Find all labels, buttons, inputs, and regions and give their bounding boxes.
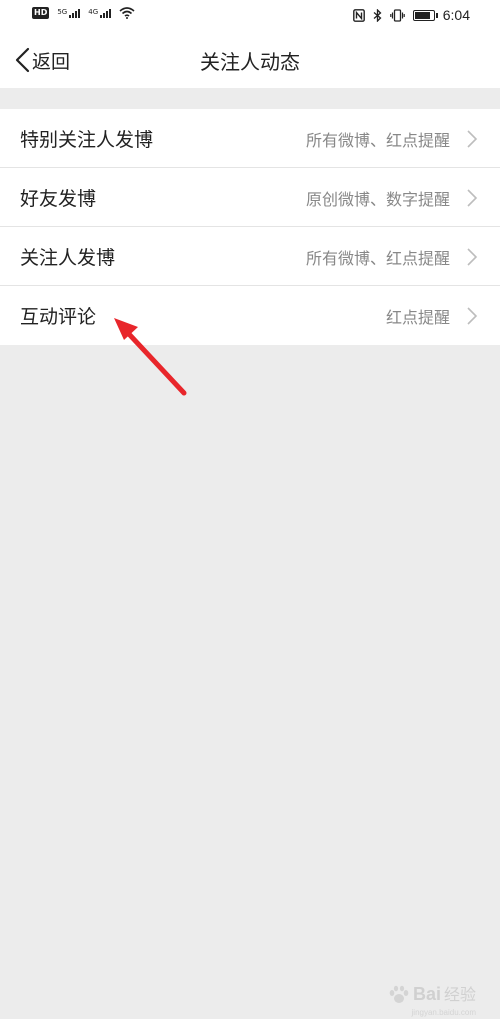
sim1-network-label: 5G	[57, 7, 68, 16]
chevron-right-icon	[467, 307, 478, 325]
setting-value: 所有微博、红点提醒	[305, 130, 450, 150]
setting-value: 所有微博、红点提醒	[305, 248, 450, 268]
status-time: 6:04	[442, 7, 470, 23]
chevron-right-icon	[467, 130, 478, 148]
watermark: Bai 经验 jingyan.baidu.com	[388, 981, 476, 1017]
setting-value: 原创微博、数字提醒	[305, 189, 450, 209]
page-title: 关注人动态	[200, 50, 300, 74]
nfc-icon	[352, 8, 365, 22]
setting-label: 特别关注人发博	[20, 129, 154, 151]
chevron-right-icon	[467, 248, 478, 266]
setting-row-friends[interactable]: 好友发博 原创微博、数字提醒	[0, 168, 500, 227]
setting-value: 红点提醒	[385, 307, 450, 327]
paw-icon	[389, 985, 409, 1003]
nav-bar: 返回 关注人动态	[0, 32, 500, 88]
setting-row-following[interactable]: 关注人发博 所有微博、红点提醒	[0, 227, 500, 286]
settings-list: 特别关注人发博 所有微博、红点提醒 好友发博 原创微博、数字提醒 关注人发博 所…	[0, 109, 500, 345]
chevron-right-icon	[467, 189, 478, 207]
watermark-logo: Bai	[412, 984, 441, 1004]
setting-row-interaction-comments[interactable]: 互动评论 红点提醒	[0, 286, 500, 345]
setting-row-special-follow[interactable]: 特别关注人发博 所有微博、红点提醒	[0, 109, 500, 168]
sim2-network-label: 4G	[88, 7, 99, 16]
vibrate-icon	[389, 8, 405, 22]
status-bar: HD 5G 4G 6:04	[0, 0, 500, 32]
status-right: 6:04	[352, 7, 470, 23]
watermark-sub: jingyan.baidu.com	[411, 1008, 476, 1017]
setting-label: 好友发博	[20, 188, 97, 210]
setting-label: 关注人发博	[20, 247, 116, 269]
hd-badge: HD	[32, 7, 50, 19]
sim1-signal-icon: 5G	[57, 7, 81, 18]
battery-icon	[412, 9, 438, 21]
watermark-text: 经验	[443, 985, 476, 1004]
sim2-signal-icon: 4G	[88, 7, 112, 18]
setting-label: 互动评论	[20, 306, 97, 328]
bluetooth-icon	[373, 8, 382, 22]
status-left: HD 5G 4G	[32, 7, 135, 19]
wifi-icon	[119, 7, 135, 19]
